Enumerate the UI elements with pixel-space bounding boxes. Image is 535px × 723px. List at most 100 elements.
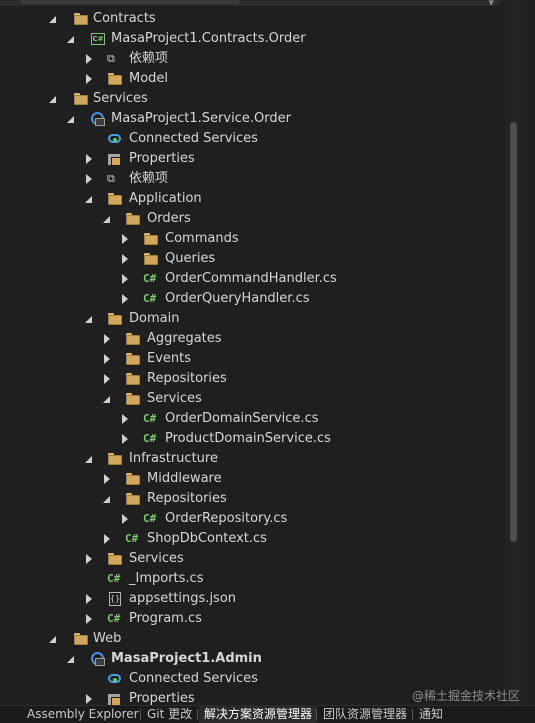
tree-node[interactable]: Repositories (0, 369, 505, 389)
tab-3[interactable]: 团队资源管理器 (318, 706, 412, 723)
tree-node[interactable]: Services (0, 89, 505, 109)
csharp-file-icon: C# (107, 572, 121, 585)
tree-node-label: appsettings.json (129, 591, 237, 606)
tree-node[interactable]: Application (0, 189, 505, 209)
tab-2[interactable]: 解决方案资源管理器 (199, 706, 318, 723)
tree-node-label: Services (129, 551, 184, 566)
tree-node[interactable]: C# OrderDomainService.cs (0, 409, 505, 429)
tree-node-label: Properties (129, 151, 195, 166)
tree-node-label: Services (147, 391, 202, 406)
tree-node[interactable]: Events (0, 349, 505, 369)
collapse-arrow-icon[interactable] (102, 369, 112, 389)
properties-icon (107, 152, 123, 166)
collapse-arrow-icon[interactable] (120, 229, 130, 249)
scrollbar-thumb[interactable] (510, 122, 517, 542)
vertical-scrollbar[interactable] (505, 0, 521, 705)
tree-node-label: Infrastructure (129, 451, 218, 466)
tree-node[interactable]: C# ShopDbContext.cs (0, 529, 505, 549)
tree-node[interactable]: C# ProductDomainService.cs (0, 429, 505, 449)
collapse-arrow-icon[interactable] (120, 289, 130, 309)
tree-node[interactable]: Contracts (0, 9, 505, 29)
tree-node-label: MasaProject1.Contracts.Order (111, 31, 306, 46)
tree-node[interactable]: C# OrderCommandHandler.cs (0, 269, 505, 289)
expand-arrow-icon[interactable] (102, 389, 112, 409)
expand-arrow-icon[interactable] (66, 649, 76, 669)
expand-arrow-icon[interactable] (48, 89, 58, 109)
expand-arrow-icon[interactable] (84, 189, 94, 209)
collapse-arrow-icon[interactable] (120, 509, 130, 529)
tab-0[interactable]: Assembly Explorer (22, 706, 144, 723)
tree-node[interactable]: C# _Imports.cs (0, 569, 505, 589)
csharp-file-icon: C# (143, 292, 157, 305)
collapse-arrow-icon[interactable] (102, 349, 112, 369)
tree-node[interactable]: Connected Services (0, 669, 505, 689)
tree-node[interactable]: Domain (0, 309, 505, 329)
tree-node[interactable]: C# Program.cs (0, 609, 505, 629)
tree-node[interactable]: Model (0, 69, 505, 89)
tree-node-label: Application (129, 191, 202, 206)
tree-node[interactable]: ⧉ 依赖项 (0, 169, 505, 189)
expand-arrow-icon[interactable] (48, 9, 58, 29)
tab-1[interactable]: Git 更改 (142, 706, 197, 723)
collapse-arrow-icon[interactable] (84, 589, 94, 609)
tree-node[interactable]: Commands (0, 229, 505, 249)
collapse-arrow-icon[interactable] (84, 609, 94, 629)
expand-arrow-icon[interactable] (84, 449, 94, 469)
tree-node[interactable]: Infrastructure (0, 449, 505, 469)
expand-arrow-icon[interactable] (102, 489, 112, 509)
tree-node[interactable]: Properties (0, 149, 505, 169)
collapse-arrow-icon[interactable] (84, 49, 94, 69)
tree-node-label: 依赖项 (129, 51, 169, 66)
tree-node[interactable]: Services (0, 549, 505, 569)
tree-node[interactable]: Web (0, 629, 505, 649)
csharp-file-icon: C# (107, 612, 121, 625)
collapse-arrow-icon[interactable] (102, 329, 112, 349)
tree-node[interactable]: MasaProject1.Service.Order (0, 109, 505, 129)
tree-node-label: Repositories (147, 491, 227, 506)
dependencies-icon: ⧉ (107, 52, 115, 65)
collapse-arrow-icon[interactable] (84, 69, 94, 89)
collapse-arrow-icon[interactable] (102, 469, 112, 489)
tree-node[interactable]: C# OrderRepository.cs (0, 509, 505, 529)
tree-node[interactable]: MasaProject1.Contracts.Order (0, 29, 505, 49)
tree-node-label: Services (93, 91, 148, 106)
collapse-arrow-icon[interactable] (120, 269, 130, 289)
chevron-down-icon[interactable]: ▾ (488, 0, 494, 9)
collapse-arrow-icon[interactable] (120, 249, 130, 269)
expand-arrow-icon[interactable] (66, 109, 76, 129)
properties-icon (107, 692, 123, 705)
collapse-arrow-icon[interactable] (120, 409, 130, 429)
tree-node[interactable]: Connected Services (0, 129, 505, 149)
tree-node-label: Program.cs (129, 611, 202, 626)
collapse-arrow-icon[interactable] (120, 429, 130, 449)
solution-tree: Contracts MasaProject1.Contracts.Order ⧉ 依赖… (0, 9, 505, 705)
expand-arrow-icon[interactable] (48, 629, 58, 649)
tree-node-label: Middleware (147, 471, 222, 486)
collapse-arrow-icon[interactable] (84, 549, 94, 569)
expand-arrow-icon[interactable] (102, 209, 112, 229)
collapse-arrow-icon[interactable] (84, 689, 94, 705)
tab-4[interactable]: 通知 (414, 706, 448, 723)
tree-node-label: Commands (165, 231, 239, 246)
tree-node[interactable]: Repositories (0, 489, 505, 509)
folder-icon (107, 452, 123, 466)
tree-node[interactable]: MasaProject1.Admin (0, 649, 505, 669)
connected-services-icon (107, 672, 123, 686)
expand-arrow-icon[interactable] (84, 309, 94, 329)
collapse-arrow-icon[interactable] (102, 529, 112, 549)
collapse-arrow-icon[interactable] (84, 169, 94, 189)
collapse-arrow-icon[interactable] (84, 149, 94, 169)
tree-node[interactable]: C# OrderQueryHandler.cs (0, 289, 505, 309)
tree-node[interactable]: Middleware (0, 469, 505, 489)
folder-icon (143, 252, 159, 266)
tree-node[interactable]: Services (0, 389, 505, 409)
tree-node[interactable]: Orders (0, 209, 505, 229)
tree-node[interactable]: Queries (0, 249, 505, 269)
tree-node-label: OrderQueryHandler.cs (165, 291, 310, 306)
csharp-file-icon: C# (143, 412, 157, 425)
tree-node[interactable]: Aggregates (0, 329, 505, 349)
tree-node[interactable]: ⧉ 依赖项 (0, 49, 505, 69)
expand-arrow-icon[interactable] (66, 29, 76, 49)
tree-node-label: Queries (165, 251, 216, 266)
tree-node[interactable]: appsettings.json (0, 589, 505, 609)
